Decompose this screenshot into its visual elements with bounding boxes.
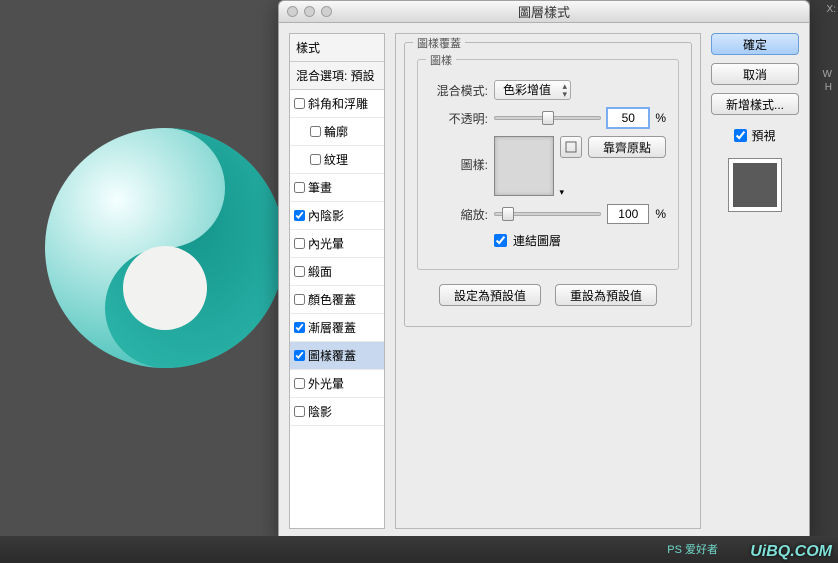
styles-header[interactable]: 樣式 — [290, 34, 384, 62]
coord-h-label: H — [810, 80, 838, 95]
right-panel-strip: X: W H — [810, 0, 838, 536]
style-checkbox[interactable] — [294, 182, 305, 193]
preview-swatch — [728, 158, 782, 212]
style-item[interactable]: 漸層覆蓋 — [290, 314, 384, 342]
settings-panel: 圖樣覆蓋 圖樣 混合模式: 色彩增值 ▴▾ 不透明: — [395, 33, 701, 529]
cancel-button[interactable]: 取消 — [711, 63, 799, 85]
scale-unit: % — [655, 207, 666, 221]
style-item-label: 圖樣覆蓋 — [308, 347, 356, 364]
layer-style-dialog: 圖層樣式 樣式 混合選項: 預設 斜角和浮雕輪廓紋理筆畫內陰影內光暈緞面顏色覆蓋… — [278, 0, 810, 540]
canvas-background — [0, 0, 280, 536]
opacity-unit: % — [655, 111, 666, 125]
style-checkbox[interactable] — [294, 322, 305, 333]
blend-mode-select[interactable]: 色彩增值 — [494, 80, 571, 100]
zoom-icon[interactable] — [321, 6, 332, 17]
style-item-label: 緞面 — [308, 263, 332, 280]
coord-w-label: W — [810, 19, 838, 80]
link-layer-checkbox[interactable] — [494, 234, 507, 247]
style-item[interactable]: 內陰影 — [290, 202, 384, 230]
style-item[interactable]: 圖樣覆蓋 — [290, 342, 384, 370]
style-item[interactable]: 輪廓 — [290, 118, 384, 146]
style-item[interactable]: 紋理 — [290, 146, 384, 174]
coord-x-label: X: — [810, 0, 838, 19]
style-checkbox[interactable] — [294, 294, 305, 305]
sub-section-title: 圖樣 — [426, 52, 456, 68]
ok-button[interactable]: 確定 — [711, 33, 799, 55]
style-item[interactable]: 顏色覆蓋 — [290, 286, 384, 314]
minimize-icon[interactable] — [304, 6, 315, 17]
style-checkbox[interactable] — [310, 154, 321, 165]
link-layer-label: 連結圖層 — [513, 232, 561, 249]
style-checkbox[interactable] — [294, 98, 305, 109]
style-checkbox[interactable] — [294, 406, 305, 417]
style-checkbox[interactable] — [294, 210, 305, 221]
style-item[interactable]: 斜角和浮雕 — [290, 90, 384, 118]
scale-slider[interactable] — [494, 212, 601, 216]
style-item-label: 紋理 — [324, 151, 348, 168]
dialog-buttons-column: 確定 取消 新增樣式... 預視 — [711, 33, 799, 529]
preview-label: 預視 — [751, 127, 775, 144]
section-title: 圖樣覆蓋 — [413, 35, 465, 51]
snap-origin-button[interactable]: 靠齊原點 — [588, 136, 666, 158]
opacity-input[interactable] — [607, 108, 649, 128]
style-checkbox[interactable] — [310, 126, 321, 137]
new-pattern-icon[interactable] — [560, 136, 582, 158]
set-default-button[interactable]: 設定為預設值 — [439, 284, 541, 306]
blend-options-item[interactable]: 混合選項: 預設 — [290, 62, 384, 90]
watermark: UiBQ.COM — [750, 543, 832, 561]
bottom-bar: PS 爱好者 UiBQ.COM — [0, 536, 838, 563]
style-checkbox[interactable] — [294, 238, 305, 249]
chevron-down-icon[interactable]: ▾ — [559, 187, 564, 198]
style-item[interactable]: 內光暈 — [290, 230, 384, 258]
reset-default-button[interactable]: 重設為預設值 — [555, 284, 657, 306]
artwork-yin-yang — [45, 128, 285, 368]
style-item-label: 斜角和浮雕 — [308, 95, 368, 112]
style-item-label: 陰影 — [308, 403, 332, 420]
style-item-label: 外光暈 — [308, 375, 344, 392]
style-item-label: 漸層覆蓋 — [308, 319, 356, 336]
style-item[interactable]: 緞面 — [290, 258, 384, 286]
blend-mode-label: 混合模式: — [430, 82, 488, 99]
opacity-label: 不透明: — [430, 110, 488, 127]
pattern-label: 圖樣: — [430, 136, 488, 173]
pattern-swatch[interactable] — [494, 136, 554, 196]
style-item[interactable]: 陰影 — [290, 398, 384, 426]
style-item[interactable]: 筆畫 — [290, 174, 384, 202]
styles-list: 樣式 混合選項: 預設 斜角和浮雕輪廓紋理筆畫內陰影內光暈緞面顏色覆蓋漸層覆蓋圖… — [289, 33, 385, 529]
pattern-overlay-section: 圖樣覆蓋 圖樣 混合模式: 色彩增值 ▴▾ 不透明: — [404, 42, 692, 327]
opacity-slider[interactable] — [494, 116, 601, 120]
dialog-title: 圖層樣式 — [279, 2, 809, 21]
style-checkbox[interactable] — [294, 378, 305, 389]
style-item[interactable]: 外光暈 — [290, 370, 384, 398]
style-item-label: 內光暈 — [308, 235, 344, 252]
scale-input[interactable] — [607, 204, 649, 224]
style-item-label: 輪廓 — [324, 123, 348, 140]
style-item-label: 內陰影 — [308, 207, 344, 224]
preview-checkbox[interactable] — [734, 129, 747, 142]
dialog-titlebar[interactable]: 圖層樣式 — [279, 1, 809, 23]
watermark-ps: PS 爱好者 — [667, 541, 718, 557]
new-style-button[interactable]: 新增樣式... — [711, 93, 799, 115]
style-checkbox[interactable] — [294, 266, 305, 277]
close-icon[interactable] — [287, 6, 298, 17]
style-item-label: 顏色覆蓋 — [308, 291, 356, 308]
canvas — [10, 38, 280, 536]
style-item-label: 筆畫 — [308, 179, 332, 196]
scale-label: 縮放: — [430, 206, 488, 223]
style-checkbox[interactable] — [294, 350, 305, 361]
